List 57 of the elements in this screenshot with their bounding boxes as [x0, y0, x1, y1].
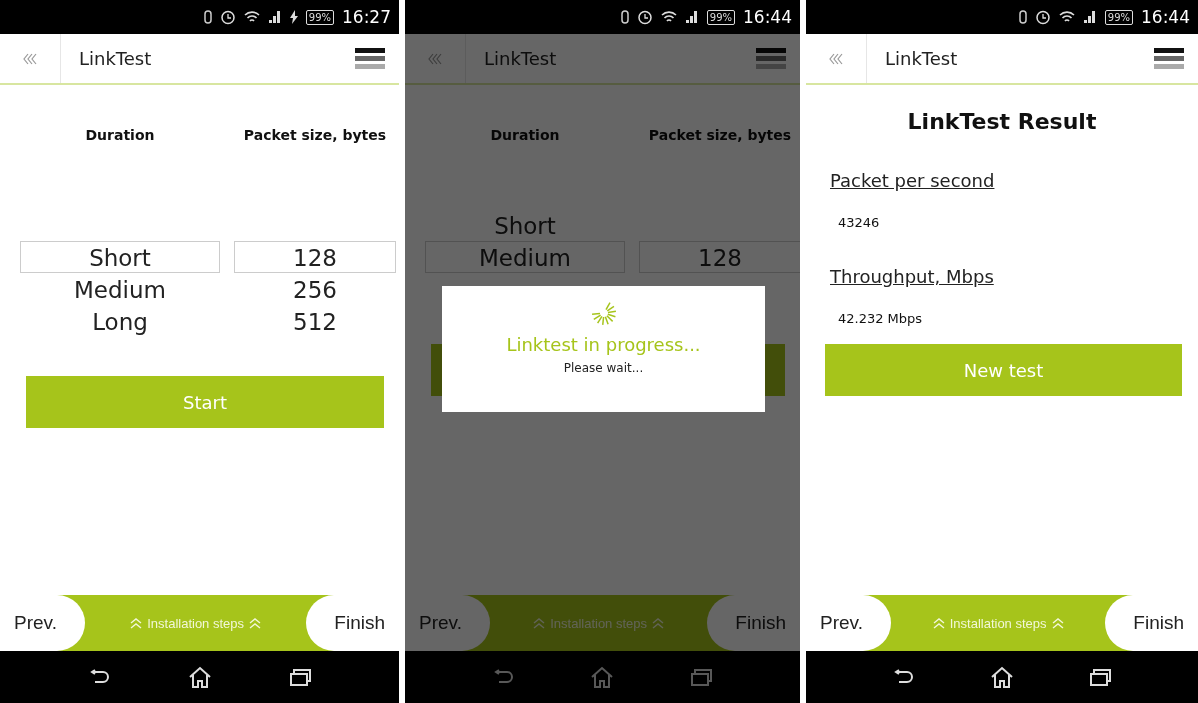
result-value: 42.232 Mbps: [838, 311, 924, 326]
alarm-clock-icon: [1034, 9, 1051, 25]
result-label: Throughput, Mbps: [830, 266, 995, 287]
battery-level: 99%: [1104, 9, 1133, 25]
back-icon[interactable]: [893, 669, 916, 685]
result-label: Packet per second: [830, 170, 996, 191]
result-title: LinkTest Result: [906, 108, 1098, 134]
back-icon[interactable]: [88, 669, 111, 685]
picker-option[interactable]: 512: [234, 305, 396, 337]
battery-level: 99%: [305, 9, 334, 25]
double-chevron-up-icon: [652, 617, 665, 629]
clock-time: 16:27: [342, 7, 391, 27]
spinner-icon: [590, 300, 617, 326]
dialog-title: Linktest in progress...: [506, 334, 701, 355]
double-chevron-up-icon: [249, 617, 262, 629]
back-chevrons-icon[interactable]: [23, 52, 37, 65]
menu-icon[interactable]: [1154, 47, 1184, 70]
alarm-clock-icon: [636, 9, 653, 25]
column-heading: Packet size, bytes: [242, 127, 388, 145]
finish-button[interactable]: Finish: [1105, 595, 1198, 651]
wifi-icon: [660, 10, 677, 24]
prev-button[interactable]: Prev.: [0, 595, 85, 651]
picker-option[interactable]: Medium: [20, 273, 220, 305]
clock-time: 16:44: [1141, 7, 1190, 27]
double-chevron-up-icon: [130, 617, 143, 629]
signal-icon: [684, 10, 699, 24]
recent-apps-icon[interactable]: [288, 668, 311, 686]
double-chevron-up-icon: [932, 617, 945, 629]
prev-button[interactable]: Prev.: [806, 595, 891, 651]
column-heading: Duration: [489, 127, 561, 145]
double-chevron-up-icon: [533, 617, 546, 629]
picker-option[interactable]: 128: [234, 241, 396, 273]
picker-option[interactable]: Short: [20, 241, 220, 273]
signal-icon: [1082, 10, 1097, 24]
result-value: 43246: [838, 215, 881, 230]
column-heading: Packet size, bytes: [647, 127, 793, 145]
back-chevrons-icon[interactable]: [829, 52, 843, 65]
clock-time: 16:44: [743, 7, 792, 27]
lightning-bolt-icon: [289, 10, 298, 24]
battery-level: 99%: [706, 9, 735, 25]
alarm-clock-icon: [219, 9, 236, 25]
menu-icon[interactable]: [355, 47, 385, 70]
recent-apps-icon[interactable]: [1088, 668, 1111, 686]
app-title: LinkTest: [79, 48, 153, 69]
double-chevron-up-icon: [1051, 617, 1064, 629]
picker-option[interactable]: 256: [234, 273, 396, 305]
picker-option[interactable]: Long: [20, 305, 220, 337]
column-heading: Duration: [84, 127, 156, 145]
signal-icon: [267, 10, 282, 24]
wifi-icon: [1058, 10, 1075, 24]
app-title: LinkTest: [484, 48, 558, 69]
app-title: LinkTest: [885, 48, 959, 69]
home-icon[interactable]: [990, 666, 1014, 688]
finish-button[interactable]: Finish: [306, 595, 399, 651]
dialog-message: Please wait...: [563, 361, 644, 375]
wifi-icon: [243, 10, 260, 24]
home-icon[interactable]: [187, 666, 212, 688]
